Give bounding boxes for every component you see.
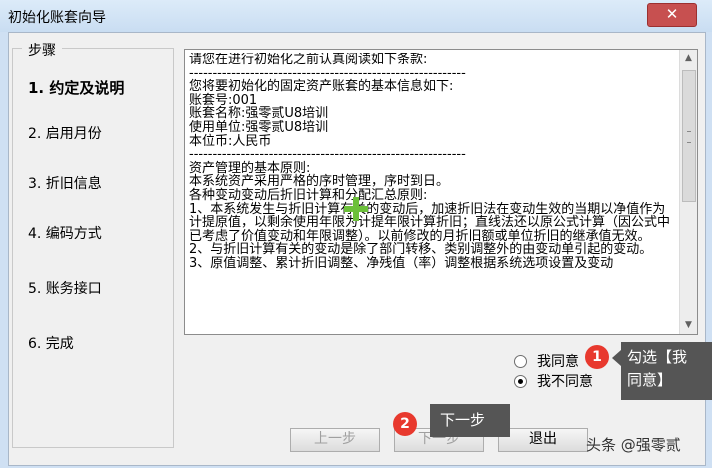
close-icon: ✕ [665, 5, 679, 23]
scroll-up-icon[interactable]: ▲ [680, 50, 697, 67]
terms-textbox[interactable]: 请您在进行初始化之前认真阅读如下条款: --------------------… [184, 49, 698, 335]
tooltip-1-line1: 勾选【我 [627, 348, 688, 366]
exit-button[interactable]: 退出 [498, 428, 588, 452]
disagree-option[interactable]: 我不同意 [514, 371, 593, 391]
scroll-thumb[interactable] [682, 70, 696, 202]
close-button[interactable]: ✕ [647, 3, 697, 27]
terms-scrollbar[interactable]: ▲ ▼ [679, 50, 697, 334]
agree-label: 我同意 [537, 354, 579, 370]
cursor-cross-icon [344, 197, 368, 221]
tooltip-check-agree: 勾选【我 同意】 [621, 342, 712, 400]
steps-panel [12, 48, 174, 448]
steps-legend: 步骤 [22, 40, 62, 60]
tooltip-1-arrow [612, 350, 621, 366]
step-badge-1: 1 [585, 345, 609, 369]
title-bar: 初始化账套向导 ✕ [0, 0, 712, 32]
step-2-start-month: 2. 启用月份 [28, 126, 102, 142]
tooltip-1-line2: 同意】 [627, 371, 673, 389]
step-badge-2: 2 [393, 412, 417, 436]
tooltip-next-step: 下一步 [430, 404, 510, 437]
disagree-label: 我不同意 [537, 374, 593, 390]
step-4-coding: 4. 编码方式 [28, 226, 102, 242]
agree-radio[interactable] [514, 354, 527, 368]
scroll-down-icon[interactable]: ▼ [680, 317, 697, 334]
step-3-depreciation: 3. 折旧信息 [28, 176, 102, 192]
step-6-finish: 6. 完成 [28, 336, 74, 352]
grip-icon [687, 131, 691, 143]
terms-text: 请您在进行初始化之前认真阅读如下条款: --------------------… [189, 53, 671, 271]
step-1-agreement: 1. 约定及说明 [28, 79, 125, 97]
step-5-ledger-interface: 5. 账务接口 [28, 281, 102, 297]
window-title: 初始化账套向导 [8, 10, 106, 26]
watermark: 头条 @强零贰 [586, 436, 681, 454]
disagree-radio[interactable] [514, 374, 527, 388]
prev-button[interactable]: 上一步 [290, 428, 380, 452]
agree-option[interactable]: 我同意 [514, 351, 579, 371]
